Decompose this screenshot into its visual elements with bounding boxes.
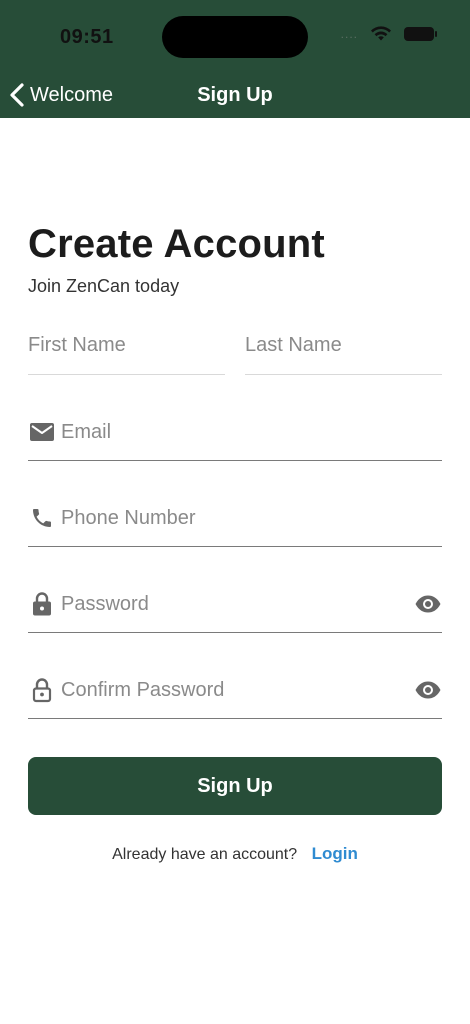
login-prompt: Already have an account? Login — [28, 844, 442, 864]
status-icons: .... — [340, 26, 437, 42]
dynamic-island — [162, 16, 308, 58]
phone-icon — [28, 504, 56, 532]
lock-icon — [28, 590, 56, 618]
login-prompt-text: Already have an account? — [112, 846, 298, 863]
phone-field-container — [28, 490, 442, 547]
signal-icon: .... — [340, 27, 358, 41]
email-field[interactable] — [61, 405, 442, 459]
eye-icon[interactable] — [414, 676, 442, 704]
last-name-field-container — [245, 318, 442, 375]
sign-up-button[interactable]: Sign Up — [28, 757, 442, 815]
lock-outline-icon — [28, 676, 56, 704]
status-time: 09:51 — [60, 26, 114, 48]
first-name-field-container — [28, 318, 225, 375]
page-title: Create Account — [28, 222, 325, 266]
page-subtitle: Join ZenCan today — [28, 276, 180, 296]
nav-title: Sign Up — [197, 84, 273, 106]
phone-field[interactable] — [61, 491, 442, 545]
confirm-password-field-container — [28, 662, 442, 719]
wifi-icon — [371, 26, 391, 41]
password-field-container — [28, 576, 442, 633]
eye-icon[interactable] — [414, 590, 442, 618]
battery-icon — [404, 27, 437, 41]
name-row — [28, 318, 442, 375]
email-field-container — [28, 404, 442, 461]
password-field[interactable] — [61, 577, 414, 631]
last-name-field[interactable] — [245, 318, 442, 372]
app-header: 09:51 .... Welcome Sign Up — [0, 0, 470, 118]
first-name-field[interactable] — [28, 318, 225, 372]
confirm-password-field[interactable] — [61, 663, 414, 717]
login-link[interactable]: Login — [312, 844, 358, 863]
email-icon — [28, 418, 56, 446]
